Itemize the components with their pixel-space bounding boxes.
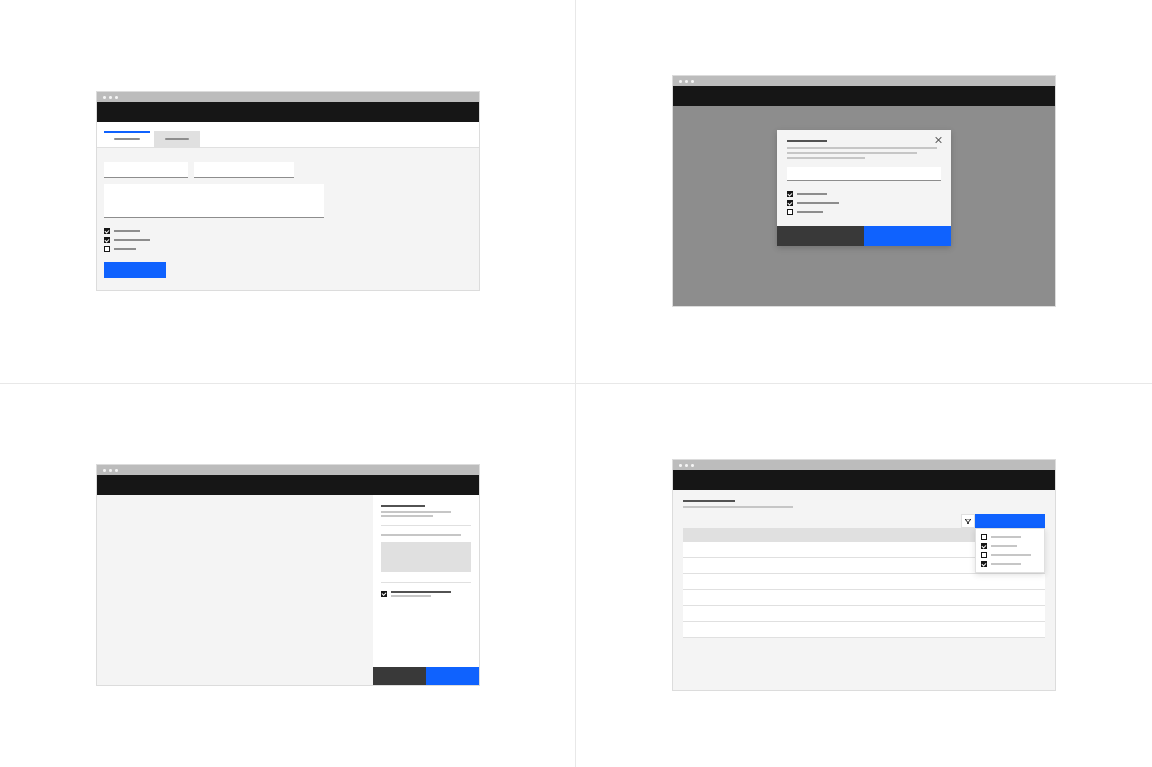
submit-button[interactable] (104, 262, 166, 278)
tabs (97, 122, 479, 148)
checkbox-row (787, 200, 941, 206)
content-block (381, 542, 471, 572)
app-header (673, 470, 1055, 490)
table-title (683, 500, 735, 502)
panel-secondary-button[interactable] (373, 667, 426, 685)
page-background (97, 495, 373, 685)
window-dot-icon (685, 464, 688, 467)
app-header (97, 102, 479, 122)
checkbox[interactable] (787, 191, 793, 197)
table-toolbar (683, 514, 1045, 528)
data-table-wireframe (672, 459, 1056, 691)
tab-one[interactable] (104, 131, 150, 147)
checkbox-row (104, 228, 472, 234)
checkbox[interactable] (104, 228, 110, 234)
panel-description (381, 515, 433, 517)
modal-title (787, 140, 827, 142)
checkbox-row (787, 191, 941, 197)
close-icon[interactable] (935, 136, 943, 144)
panel-primary-button[interactable] (426, 667, 479, 685)
window-titlebar (97, 92, 479, 102)
form-area (97, 148, 479, 290)
tab-two[interactable] (154, 131, 200, 147)
panel-text (381, 534, 461, 536)
window-dot-icon (685, 80, 688, 83)
divider (381, 525, 471, 526)
table-subtitle (683, 506, 793, 508)
checkbox-label (391, 591, 451, 593)
checkbox-label (797, 202, 839, 204)
window-dot-icon (691, 80, 694, 83)
filter-option-label (991, 554, 1031, 556)
modal-body-text (787, 157, 865, 159)
window-titlebar (673, 76, 1055, 86)
checkbox-row (787, 209, 941, 215)
table-row[interactable] (683, 590, 1045, 606)
modal-body-text (787, 152, 917, 154)
checkbox-label (114, 239, 150, 241)
filter-icon (965, 519, 971, 524)
modal-pattern-wireframe (672, 75, 1056, 307)
window-dot-icon (691, 464, 694, 467)
text-input-1[interactable] (104, 162, 188, 178)
checkbox[interactable] (381, 591, 387, 597)
checkbox[interactable] (981, 552, 987, 558)
panel-title (381, 505, 425, 507)
modal-primary-button[interactable] (864, 226, 951, 246)
window-titlebar (97, 465, 479, 475)
side-panel (373, 495, 479, 685)
page-overlay (673, 106, 1055, 306)
modal-dialog (777, 130, 951, 246)
app-header (673, 86, 1055, 106)
window-dot-icon (115, 96, 118, 99)
checkbox[interactable] (787, 209, 793, 215)
checkbox[interactable] (981, 543, 987, 549)
checkbox-label (797, 193, 827, 195)
checkbox-label (114, 230, 140, 232)
filter-option-label (991, 536, 1021, 538)
filter-popover (975, 528, 1045, 573)
checkbox[interactable] (981, 561, 987, 567)
checkbox[interactable] (104, 237, 110, 243)
text-input-2[interactable] (194, 162, 294, 178)
checkbox[interactable] (981, 534, 987, 540)
filter-option-label (991, 545, 1017, 547)
checkbox[interactable] (787, 200, 793, 206)
checkbox-row (104, 246, 472, 252)
window-dot-icon (103, 96, 106, 99)
checkbox-label (797, 211, 823, 213)
window-dot-icon (679, 464, 682, 467)
window-dot-icon (109, 469, 112, 472)
window-titlebar (673, 460, 1055, 470)
textarea[interactable] (104, 184, 324, 218)
checkbox-label (114, 248, 136, 250)
checkbox-sublabel (391, 595, 431, 597)
side-panel-wireframe (96, 464, 480, 686)
table-row[interactable] (683, 606, 1045, 622)
modal-body-text (787, 147, 937, 149)
divider (381, 582, 471, 583)
filter-button[interactable] (961, 514, 975, 528)
checkbox-row (104, 237, 472, 243)
window-dot-icon (109, 96, 112, 99)
window-dot-icon (115, 469, 118, 472)
window-dot-icon (679, 80, 682, 83)
app-header (97, 475, 479, 495)
table-row[interactable] (683, 622, 1045, 638)
table-row[interactable] (683, 574, 1045, 590)
panel-description (381, 511, 451, 513)
checkbox[interactable] (104, 246, 110, 252)
modal-text-input[interactable] (787, 167, 941, 181)
filter-option-label (991, 563, 1021, 565)
modal-secondary-button[interactable] (777, 226, 864, 246)
window-dot-icon (103, 469, 106, 472)
checkbox-row (381, 591, 471, 597)
form-page-wireframe (96, 91, 480, 291)
table-primary-button[interactable] (975, 514, 1045, 528)
